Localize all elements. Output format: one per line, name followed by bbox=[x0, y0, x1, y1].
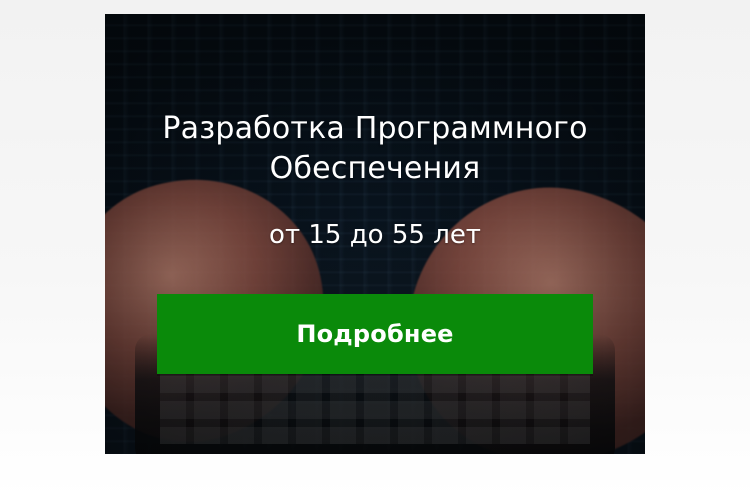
ad-content: Разработка Программного Обеспечения от 1… bbox=[105, 14, 645, 454]
details-button[interactable]: Подробнее bbox=[157, 294, 593, 374]
ad-title-line-2: Обеспечения bbox=[269, 151, 481, 186]
page: Разработка Программного Обеспечения от 1… bbox=[0, 0, 750, 499]
ad-banner[interactable]: Разработка Программного Обеспечения от 1… bbox=[105, 14, 645, 454]
age-range: от 15 до 55 лет bbox=[269, 220, 481, 250]
ad-title: Разработка Программного Обеспечения bbox=[125, 109, 625, 189]
ad-title-line-1: Разработка Программного bbox=[162, 111, 588, 146]
